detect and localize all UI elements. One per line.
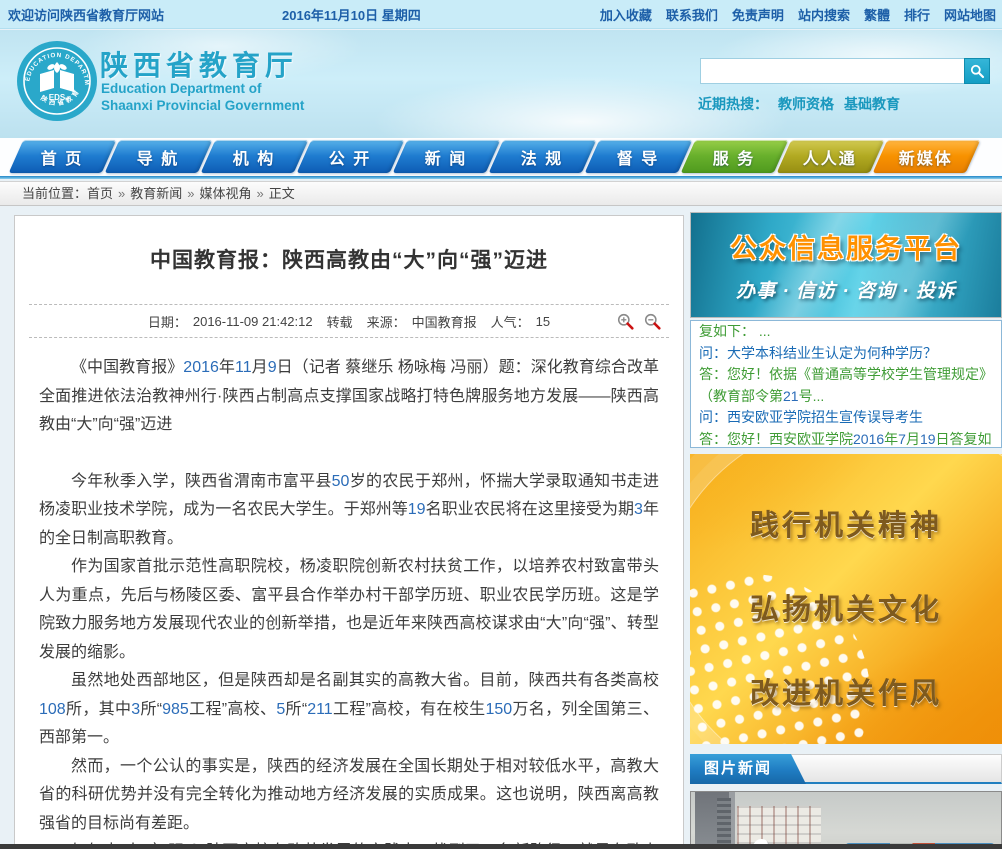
- bottom-edge-bar: [0, 844, 1002, 849]
- spirit-line-2: 弘扬机关文化: [690, 586, 1002, 628]
- article-paragraph: 《中国教育报》2016年11月9日（记者 蔡继乐 杨咏梅 冯丽）题：深化教育综合…: [39, 354, 659, 440]
- search-bar: [700, 58, 990, 84]
- meta-views-label: 人气：: [491, 312, 530, 331]
- meta-repost: 转载: [327, 312, 353, 331]
- site-header: EDUCATION DEPARTMENT OF SHAANXI 陕西省教育厅 E…: [0, 30, 1002, 138]
- tab-regulations[interactable]: 法 规: [489, 140, 597, 173]
- link-contact-us[interactable]: 联系我们: [666, 5, 718, 24]
- tab-supervision[interactable]: 督 导: [585, 140, 693, 173]
- public-service-banner[interactable]: 公众信息服务平台 办事 · 信访 · 咨询 · 投诉: [690, 212, 1002, 318]
- qa-answer[interactable]: 答：您好！西安欧亚学院2016年7月19日答复如下：: [699, 429, 993, 449]
- link-site-search[interactable]: 站内搜索: [798, 5, 850, 24]
- photo-school-building: [737, 806, 821, 849]
- article-meta: 日期： 2016-11-09 21:42:12 转载 来源： 中国教育报 人气： 15: [29, 304, 669, 338]
- meta-date: 2016-11-09 21:42:12: [193, 314, 313, 329]
- breadcrumb: 当前位置：首页»教育新闻»媒体视角»正文: [0, 181, 1002, 206]
- welcome-text: 欢迎访问陕西省教育厅网站: [8, 5, 164, 24]
- breadcrumb-media-view[interactable]: 媒体视角: [200, 186, 252, 201]
- photo-news-tab[interactable]: 图片新闻: [690, 754, 806, 784]
- link-add-favorite[interactable]: 加入收藏: [600, 5, 652, 24]
- breadcrumb-article: 正文: [269, 186, 295, 201]
- article-body: 《中国教育报》2016年11月9日（记者 蔡继乐 杨咏梅 冯丽）题：深化教育综合…: [15, 338, 683, 849]
- utility-links: 加入收藏 联系我们 免责声明 站内搜索 繁體 排行 网站地图: [600, 5, 996, 24]
- meta-source: 中国教育报: [412, 312, 477, 331]
- photo-buildings: [695, 792, 735, 849]
- qa-answer[interactable]: 答：您好！依据《普通高等学校学生管理规定》（教育部令第21号...: [699, 364, 993, 407]
- sidebar: 公众信息服务平台 办事 · 信访 · 咨询 · 投诉 复如下： ... 问：大学…: [690, 212, 1002, 849]
- tab-organization[interactable]: 机 构: [201, 140, 309, 173]
- tab-navigation[interactable]: 导 航: [105, 140, 213, 173]
- tab-news[interactable]: 新 闻: [393, 140, 501, 173]
- search-button[interactable]: [964, 58, 990, 84]
- breadcrumb-label: 当前位置：: [22, 186, 87, 201]
- spirit-line-3: 改进机关作风: [690, 670, 1002, 712]
- article-paragraph: 然而，一个公认的事实是，陕西的经济发展在全国长期处于相对较低水平，高教大省的科研…: [39, 753, 659, 839]
- tab-services[interactable]: 服 务: [681, 140, 789, 173]
- breadcrumb-home[interactable]: 首页: [87, 186, 113, 201]
- font-zoom-controls: [617, 313, 661, 330]
- search-input[interactable]: [700, 58, 964, 84]
- date-text: 2016年11月10日 星期四: [282, 5, 421, 24]
- logo-abbr: EDS: [49, 93, 66, 102]
- qa-question[interactable]: 问：大学本科结业生认定为何种学历？: [699, 343, 993, 365]
- tab-new-media[interactable]: 新媒体: [873, 140, 981, 173]
- spirit-line-1: 践行机关精神: [690, 502, 1002, 544]
- breadcrumb-education-news[interactable]: 教育新闻: [130, 186, 182, 201]
- department-logo: EDUCATION DEPARTMENT OF SHAANXI 陕西省教育厅 E…: [16, 40, 98, 122]
- link-sitemap[interactable]: 网站地图: [944, 5, 996, 24]
- service-banner-title: 公众信息服务平台: [691, 227, 1001, 266]
- zoom-out-icon[interactable]: [644, 313, 661, 330]
- article-paragraph: 今年秋季入学，陕西省渭南市富平县50岁的农民于郑州，怀揣大学录取通知书走进杨凌职…: [39, 468, 659, 554]
- meta-source-label: 来源：: [367, 312, 406, 331]
- qa-question[interactable]: 问：西安欧亚学院招生宣传误导考生: [699, 407, 993, 429]
- agency-spirit-banner[interactable]: 践行机关精神 弘扬机关文化 改进机关作风: [690, 454, 1002, 744]
- link-ranking[interactable]: 排行: [904, 5, 930, 24]
- site-title-en: Education Department of Shaanxi Provinci…: [101, 80, 304, 114]
- zoom-in-icon[interactable]: [617, 313, 634, 330]
- hot-search-term-1[interactable]: 教师资格: [778, 96, 834, 112]
- site-title-cn: 陕西省教育厅: [100, 44, 298, 84]
- hot-search: 近期热搜： 教师资格基础教育: [698, 94, 990, 114]
- tab-renrentong[interactable]: 人人通: [777, 140, 885, 173]
- hot-search-term-2[interactable]: 基础教育: [844, 96, 900, 112]
- tab-disclosure[interactable]: 公 开: [297, 140, 405, 173]
- link-disclaimer[interactable]: 免责声明: [732, 5, 784, 24]
- link-traditional-chinese[interactable]: 繁體: [864, 5, 890, 24]
- tab-home[interactable]: 首 页: [9, 140, 117, 173]
- article-title: 中国教育报：陕西高教由“大”向“强”迈进: [15, 244, 683, 274]
- photo-news-header: 图片新闻: [690, 754, 1002, 784]
- article-paragraph: 作为国家首批示范性高职院校，杨凌职院创新农村扶贫工作，以培养农村致富带头人为重点…: [39, 553, 659, 667]
- meta-views: 15: [536, 314, 550, 329]
- main-navigation: 首 页 导 航 机 构 公 开 新 闻 法 规 督 导 服 务 人人通 新媒体: [0, 138, 1002, 176]
- meta-date-label: 日期：: [148, 312, 187, 331]
- article-paragraph: 虽然地处西部地区，但是陕西却是名副其实的高教大省。目前，陕西共有各类高校108所…: [39, 667, 659, 753]
- hot-search-label: 近期热搜：: [698, 96, 768, 112]
- service-banner-subtitle: 办事 · 信访 · 咨询 · 投诉: [691, 276, 1001, 303]
- search-icon: [969, 63, 985, 79]
- article-panel: 中国教育报：陕西高教由“大”向“强”迈进 日期： 2016-11-09 21:42…: [14, 215, 684, 849]
- qa-answer-tail[interactable]: 复如下： ...: [699, 321, 993, 343]
- qa-scroll-box: 复如下： ... 问：大学本科结业生认定为何种学历？ 答：您好！依据《普通高等学…: [690, 320, 1002, 448]
- nav-underline: [0, 176, 1002, 179]
- photo-news-image[interactable]: [690, 791, 1002, 849]
- top-utility-bar: 欢迎访问陕西省教育厅网站 2016年11月10日 星期四 加入收藏 联系我们 免…: [0, 0, 1002, 29]
